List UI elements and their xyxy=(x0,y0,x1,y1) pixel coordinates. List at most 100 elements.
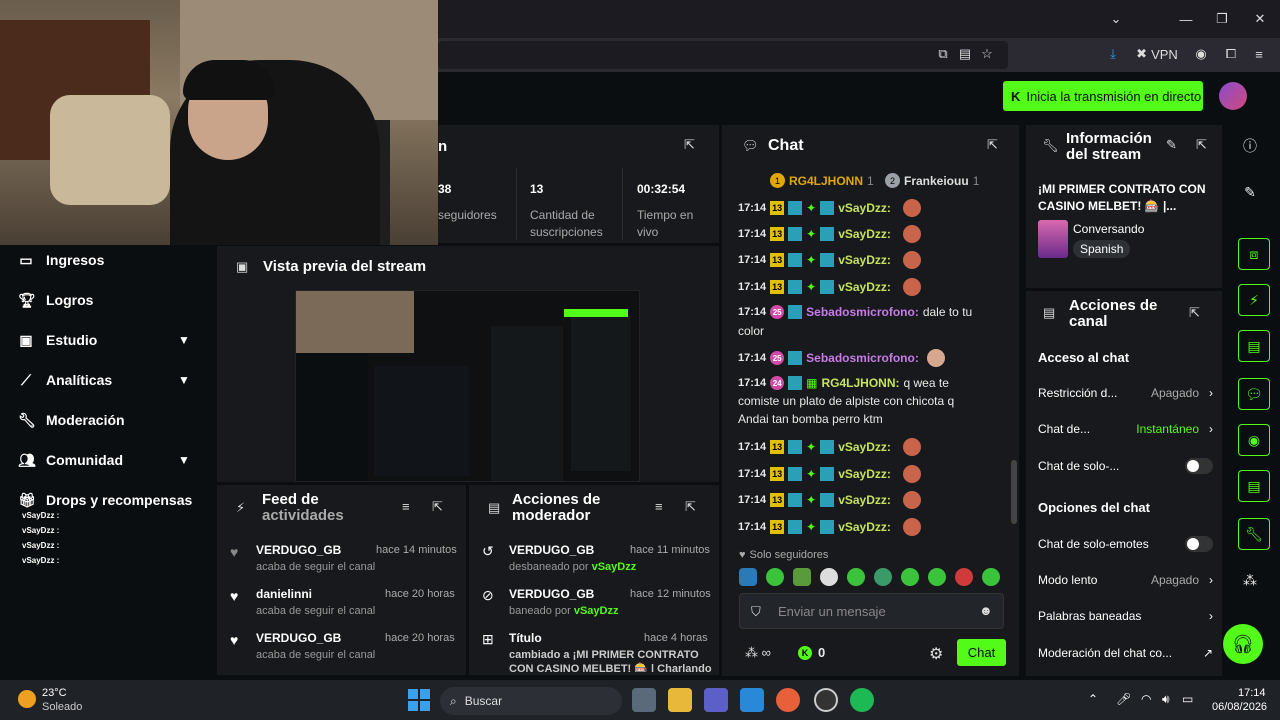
maximize-icon[interactable]: ❐ xyxy=(1212,10,1232,28)
kick-points[interactable]: K0 xyxy=(798,645,825,660)
chevron-down-icon[interactable]: ⌄ xyxy=(1106,10,1126,28)
channel-icon[interactable]: ▤ xyxy=(1238,470,1270,502)
chat-message[interactable]: 17:14 25 Sebadosmicrofono: dale to tu xyxy=(738,305,978,319)
toggle-switch[interactable] xyxy=(1185,458,1213,474)
info-icon[interactable]: ⓘ xyxy=(1228,132,1272,160)
sidebar-item-moderacion[interactable]: 🔧︎ Moderación xyxy=(18,405,125,435)
toggle-switch[interactable] xyxy=(1185,536,1213,552)
volume-icon[interactable]: 🔊︎ xyxy=(1162,692,1170,707)
solo-chat-setting[interactable]: Chat de solo-... xyxy=(1038,458,1213,474)
menu-icon[interactable]: ≡ xyxy=(1250,45,1268,63)
chat-message[interactable]: 17:14 24 ▦ RG4LJHONN: q wea te xyxy=(738,376,978,390)
emote-icon[interactable] xyxy=(955,568,973,586)
chat-mode-setting[interactable]: Chat de... Instantáneo › xyxy=(1038,422,1213,436)
send-chat-button[interactable]: Chat xyxy=(957,639,1006,666)
chat-message[interactable]: 17:14 13 ✦ vSayDzz: xyxy=(738,438,978,456)
slow-mode-setting[interactable]: Modo lento Apagado › xyxy=(1038,573,1213,587)
popout-icon[interactable]: ⇱ xyxy=(1189,305,1200,321)
teams-icon[interactable] xyxy=(704,688,728,712)
store-icon[interactable] xyxy=(740,688,764,712)
banned-words-setting[interactable]: Palabras baneadas › xyxy=(1038,609,1213,623)
popout-icon[interactable]: ⇱ xyxy=(684,137,695,153)
vpn-button[interactable]: ✖ VPN xyxy=(1134,45,1180,63)
windows-start-icon[interactable] xyxy=(408,689,430,711)
bookmark-star-icon[interactable]: ☆ xyxy=(978,45,996,63)
mod-item-name[interactable]: Título xyxy=(509,631,542,645)
reader-view-icon[interactable]: ▤ xyxy=(956,45,974,63)
weather-temp[interactable]: 23°C xyxy=(42,687,67,699)
filter-icon[interactable]: ≡ xyxy=(655,499,663,514)
chat-message[interactable]: 17:14 13 ✦ vSayDzz: xyxy=(738,465,978,483)
popout-icon[interactable]: ⇱ xyxy=(987,137,998,153)
emote-icon[interactable] xyxy=(982,568,1000,586)
gear-icon[interactable]: ⚙ xyxy=(929,644,943,664)
picture-in-picture-icon[interactable]: ⧉ xyxy=(934,45,952,63)
chevron-down-icon[interactable]: ▼ xyxy=(178,373,190,387)
emote-icon[interactable] xyxy=(874,568,892,586)
chat-message[interactable]: 17:14 13 ✦ vSayDzz: xyxy=(738,278,978,296)
top-gifter[interactable]: 2 Frankeiouu 1 xyxy=(885,173,979,188)
edit-pencil-icon[interactable]: ✎ xyxy=(1228,178,1272,206)
mod-item-by[interactable]: vSayDzz xyxy=(592,561,637,573)
screen-capture-icon[interactable]: ⧈ xyxy=(1238,238,1270,270)
account-icon[interactable]: ◉ xyxy=(1192,45,1210,63)
chat-message[interactable]: 17:14 13 ✦ vSayDzz: xyxy=(738,225,978,243)
sidebar-item-analiticas[interactable]: ⟋ Analíticas xyxy=(18,365,112,395)
chat-message[interactable]: 17:14 13 ✦ vSayDzz: xyxy=(738,491,978,509)
taskbar-search[interactable]: ⌕ Buscar xyxy=(440,687,622,715)
chevron-down-icon[interactable]: ▼ xyxy=(178,453,190,467)
weather-sun-icon[interactable] xyxy=(18,690,36,708)
emote-icon[interactable] xyxy=(820,568,838,586)
emote-icon[interactable] xyxy=(928,568,946,586)
restriction-setting[interactable]: Restricción d... Apagado › xyxy=(1038,386,1213,400)
emote-icon[interactable] xyxy=(793,568,811,586)
spotify-icon[interactable] xyxy=(850,688,874,712)
widgets-icon[interactable]: ⁂ xyxy=(1228,566,1272,594)
emote-icon[interactable] xyxy=(901,568,919,586)
category-thumbnail[interactable] xyxy=(1038,220,1068,258)
chevron-up-icon[interactable]: ⌃ xyxy=(1088,692,1098,706)
obs-icon[interactable] xyxy=(814,688,838,712)
emoji-icon[interactable]: ☻ xyxy=(979,603,993,618)
feed-item-name[interactable]: danielinni xyxy=(256,587,312,601)
popout-icon[interactable]: ⇱ xyxy=(1196,137,1207,153)
avatar[interactable] xyxy=(1219,82,1247,110)
document-icon[interactable]: ▤ xyxy=(1238,330,1270,362)
feed-item-name[interactable]: VERDUGO_GB xyxy=(256,543,341,557)
mod-item-name[interactable]: VERDUGO_GB xyxy=(509,543,594,557)
emote-icon[interactable] xyxy=(847,568,865,586)
firefox-icon[interactable] xyxy=(776,688,800,712)
wifi-icon[interactable]: ◠ xyxy=(1141,692,1151,706)
mod-item-by[interactable]: vSayDzz xyxy=(574,605,619,617)
edit-pencil-icon[interactable]: ✎ xyxy=(1166,137,1177,153)
sidebar-item-logros[interactable]: 🏆︎ Logros xyxy=(18,285,93,315)
chat-message[interactable]: 17:14 13 ✦ vSayDzz: xyxy=(738,199,978,217)
mod-item-name[interactable]: VERDUGO_GB xyxy=(509,587,594,601)
chat-moderation-setting[interactable]: Moderación del chat co... ↗ xyxy=(1038,646,1213,660)
support-headset-icon[interactable]: 🎧︎ xyxy=(1223,624,1263,664)
clock-date[interactable]: 06/08/2026 xyxy=(1212,701,1267,713)
download-icon[interactable]: ⤓ xyxy=(1104,45,1122,63)
chat-message[interactable]: 17:14 13 ✦ vSayDzz: xyxy=(738,251,978,269)
sidebar-item-estudio[interactable]: ▣ Estudio xyxy=(18,325,97,355)
url-input[interactable] xyxy=(438,41,1008,69)
filter-icon[interactable]: ≡ xyxy=(402,499,410,514)
file-explorer-icon[interactable] xyxy=(668,688,692,712)
chat-input-placeholder[interactable]: Enviar un mensaje xyxy=(778,604,886,619)
go-live-button[interactable]: K Inicia la transmisión en directo xyxy=(1003,81,1203,111)
chat-message[interactable]: 17:14 13 ✦ vSayDzz: xyxy=(738,518,978,536)
broadcast-icon[interactable]: ◉ xyxy=(1238,424,1270,456)
bolt-icon[interactable]: ⚡︎ xyxy=(1238,284,1270,316)
stream-preview-video[interactable] xyxy=(295,290,640,482)
emote-icon[interactable] xyxy=(766,568,784,586)
emote-icon[interactable] xyxy=(739,568,757,586)
microphone-icon[interactable]: 🎤︎ xyxy=(1116,692,1131,706)
top-gifter[interactable]: 1 RG4LJHONN 1 xyxy=(770,173,874,188)
chat-message[interactable]: 17:14 25 Sebadosmicrofono: xyxy=(738,349,978,367)
wrench-icon[interactable]: 🔧︎ xyxy=(1238,518,1270,550)
chevron-down-icon[interactable]: ▼ xyxy=(178,333,190,347)
minimize-icon[interactable]: — xyxy=(1176,10,1196,28)
chat-bubble-icon[interactable]: 💬︎ xyxy=(1238,378,1270,410)
sidebar-item-comunidad[interactable]: 👥︎ Comunidad xyxy=(18,445,123,475)
emotes-only-setting[interactable]: Chat de solo-emotes xyxy=(1038,536,1213,552)
